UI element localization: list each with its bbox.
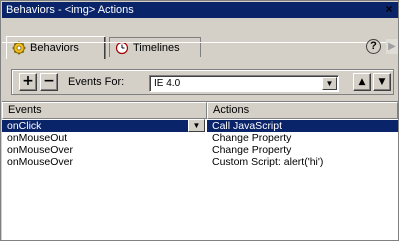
- panel-title: Behaviors - <img> Actions: [6, 4, 134, 16]
- chevron-down-icon[interactable]: ▼: [322, 77, 337, 90]
- table-header: Events Actions: [2, 102, 398, 119]
- events-for-label: Events For:: [68, 76, 125, 88]
- table-row[interactable]: onMouseOut Change Property: [2, 132, 398, 144]
- column-header-events[interactable]: Events: [2, 102, 207, 119]
- move-down-button[interactable]: ▼: [373, 73, 391, 91]
- title-bar[interactable]: Behaviors - <img> Actions ×: [2, 2, 398, 18]
- event-cell: onMouseOver: [7, 156, 73, 168]
- action-cell: Custom Script: alert('hi'): [212, 156, 324, 168]
- table-row[interactable]: onMouseOver Custom Script: alert('hi'): [2, 156, 398, 168]
- behaviors-toolbar: + − Events For: IE 4.0 ▼ ▲ ▼: [11, 69, 394, 95]
- tab-timelines[interactable]: Timelines: [109, 37, 201, 57]
- arrow-right-icon[interactable]: ▶: [386, 39, 398, 54]
- tab-timelines-label: Timelines: [133, 41, 180, 54]
- action-cell: Change Property: [212, 132, 292, 144]
- add-behavior-button[interactable]: +: [19, 73, 37, 91]
- behaviors-panel: Behaviors - <img> Actions × Behaviors Ti…: [0, 0, 399, 241]
- move-up-button[interactable]: ▲: [353, 73, 371, 91]
- events-for-select[interactable]: IE 4.0 ▼: [149, 75, 339, 92]
- table-row[interactable]: onClick ▼ Call JavaScript: [2, 119, 398, 132]
- tab-behaviors-label: Behaviors: [30, 42, 79, 54]
- action-cell: Change Property: [212, 144, 292, 156]
- event-cell: onClick: [2, 120, 188, 132]
- table-row[interactable]: onMouseOver Change Property: [2, 144, 398, 156]
- event-cell: onMouseOut: [7, 132, 68, 144]
- help-icon[interactable]: ?: [366, 39, 381, 54]
- tab-behaviors[interactable]: Behaviors: [6, 36, 106, 59]
- chevron-down-icon[interactable]: ▼: [188, 119, 205, 132]
- event-cell: onMouseOver: [7, 144, 73, 156]
- remove-behavior-button[interactable]: −: [40, 73, 58, 91]
- action-cell: Call JavaScript: [207, 120, 398, 132]
- close-icon[interactable]: ×: [382, 3, 396, 16]
- tab-divider: [2, 42, 398, 43]
- column-header-actions[interactable]: Actions: [207, 102, 398, 119]
- behaviors-table: Events Actions onClick ▼ Call JavaScript…: [2, 101, 398, 240]
- gear-icon: [12, 41, 26, 55]
- events-for-value: IE 4.0: [154, 78, 181, 89]
- tab-row: Behaviors Timelines: [2, 18, 398, 62]
